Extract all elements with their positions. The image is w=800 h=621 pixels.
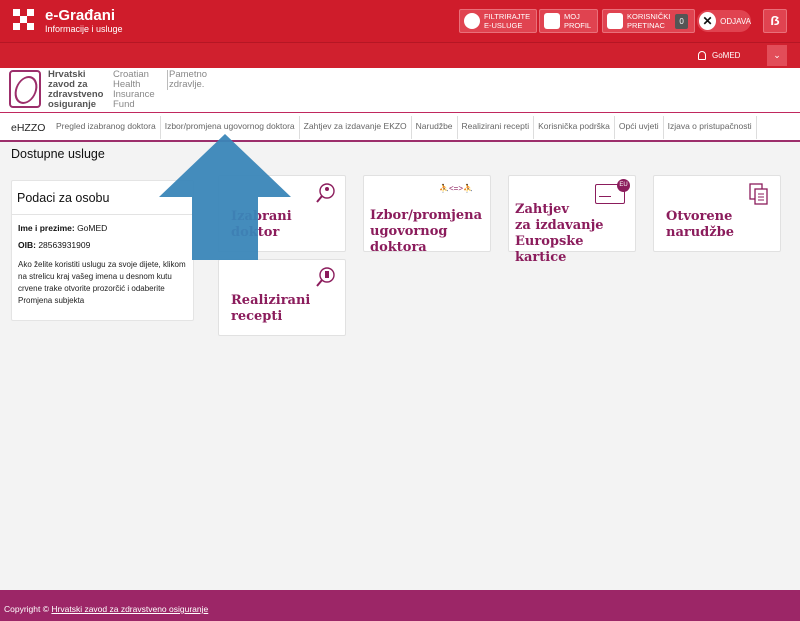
hzzo-header: Hrvatski zavod za zdravstveno osiguranje Cr… — [0, 68, 800, 112]
tile-label: Realizirani recepti — [231, 293, 311, 324]
hzzo-footer-link[interactable]: Hrvatski zavod za zdravstveno osiguranje — [51, 604, 208, 614]
currency-button[interactable]: ẞ — [763, 9, 787, 33]
tile-label: Otvorene narudžbe — [666, 209, 735, 240]
filter-label-1: FILTRIRAJTE — [484, 12, 531, 21]
tile-izbor-promjena[interactable]: ⛹<=>⛹ Izbor/promjena ugovornog doktora — [363, 175, 491, 255]
nav-item-narudzbe[interactable]: Narudžbe — [412, 116, 458, 139]
e-gradani-logo-icon[interactable] — [13, 9, 35, 31]
tile-label: Izabrani doktor — [231, 209, 292, 240]
user-name[interactable]: GoMED — [712, 51, 740, 60]
top-bar: e-Građani Informacije i usluge FILTRIRAJ… — [0, 0, 800, 42]
page-title: Dostupne usluge — [11, 147, 105, 161]
tile-label: Zahtjev za izdavanje Europske kartice — [515, 202, 604, 265]
tile-label: Izbor/promjena ugovornog doktora — [370, 208, 483, 255]
hzzo-name-hr: Hrvatski zavod za zdravstveno osiguranje — [48, 69, 104, 110]
person-oib-label: OIB: — [18, 240, 36, 250]
person-card-heading: Podaci za osobu — [17, 191, 110, 205]
swap-doctor-icon: ⛹<=>⛹ — [439, 184, 473, 193]
person-icon: ⛹ — [462, 184, 473, 193]
profile-label-2: PROFIL — [564, 21, 592, 30]
tile-otvorene-narudzbe[interactable]: Otvorene narudžbe — [653, 175, 781, 252]
nav-item-izjava-pristupacnosti[interactable]: Izjava o pristupačnosti — [664, 116, 757, 139]
hzzo-slogan: Pametno zdravlje. — [167, 69, 208, 90]
user-bar: GoMED ⌄ — [0, 42, 800, 68]
user-dropdown-button[interactable]: ⌄ — [767, 45, 787, 66]
tile-zahtjev-ekzo[interactable]: EU Zahtjev za izdavanje Europske kartice — [508, 175, 636, 265]
person-name-label: Ime i prezime: — [18, 223, 75, 233]
filter-icon — [464, 13, 480, 29]
nav-item-korisnicka-podrska[interactable]: Korisnička podrška — [534, 116, 615, 139]
doctor-search-icon — [316, 183, 335, 203]
nav-item-izbor-doktora[interactable]: Izbor/promjena ugovornog doktora — [161, 116, 300, 139]
user-inbox-button[interactable]: KORISNIČKI PRETINAC 0 — [602, 9, 695, 33]
tile-realizirani-recepti[interactable]: Realizirani recepti — [218, 259, 346, 336]
chevron-down-icon: ⌄ — [773, 50, 781, 60]
person-name-value: GoMED — [77, 223, 108, 233]
nav-item-pregled-doktora[interactable]: Pregled izabranog doktora — [52, 116, 161, 139]
inbox-label-1: KORISNIČKI — [627, 12, 671, 21]
person-name-row: Ime i prezime: GoMED — [18, 223, 107, 233]
documents-icon — [749, 183, 768, 205]
logout-label: ODJAVA — [720, 16, 751, 26]
main-nav: eHZZO Pregled izabranog doktora Izbor/pr… — [0, 112, 800, 142]
tile-izabrani-doktor[interactable]: Izabrani doktor — [218, 175, 346, 252]
app-subtitle: Informacije i usluge — [45, 24, 123, 34]
person-icon: ⛹ — [439, 184, 449, 193]
person-oib-value: 28563931909 — [38, 240, 91, 250]
hzzo-logo-icon[interactable] — [9, 70, 41, 108]
copyright-text: Copyright © — [4, 604, 50, 614]
person-card: Podaci za osobu Ime i prezime: GoMED OIB… — [11, 180, 194, 321]
logout-button[interactable]: ✕ ODJAVA — [697, 10, 751, 32]
eu-badge: EU — [617, 179, 630, 192]
close-icon: ✕ — [699, 12, 717, 30]
child-usage-note: Ako želite koristiti uslugu za svoje dij… — [18, 260, 186, 305]
inbox-label-2: PRETINAC — [627, 21, 665, 30]
user-icon — [698, 51, 706, 60]
swap-symbol: <=> — [448, 184, 463, 193]
filter-services-button[interactable]: FILTRIRAJTE E-USLUGE — [459, 9, 538, 33]
person-oib-row: OIB: 28563931909 — [18, 240, 90, 250]
my-profile-button[interactable]: MOJ PROFIL — [539, 9, 599, 33]
inbox-icon — [607, 13, 623, 29]
eu-card-icon: EU — [595, 179, 630, 204]
nav-item-zahtjev-ekzo[interactable]: Zahtjev za izdavanje EKZO — [300, 116, 412, 139]
filter-label-2: E-USLUGE — [484, 21, 523, 30]
nav-item-opci-uvjeti[interactable]: Opći uvjeti — [615, 116, 664, 139]
profile-label-1: MOJ — [564, 12, 580, 21]
hzzo-name-en: Croatian Health Insurance Fund — [113, 69, 155, 110]
footer: Copyright © Hrvatski zavod za zdravstven… — [0, 590, 800, 621]
nav-brand[interactable]: eHZZO — [11, 122, 45, 134]
app-title[interactable]: e-Građani — [45, 7, 115, 24]
nav-item-realizirani-recepti[interactable]: Realizirani recepti — [458, 116, 535, 139]
prescription-search-icon — [316, 267, 335, 287]
divider — [12, 214, 193, 215]
profile-icon — [544, 13, 560, 29]
inbox-count-badge: 0 — [675, 13, 688, 29]
